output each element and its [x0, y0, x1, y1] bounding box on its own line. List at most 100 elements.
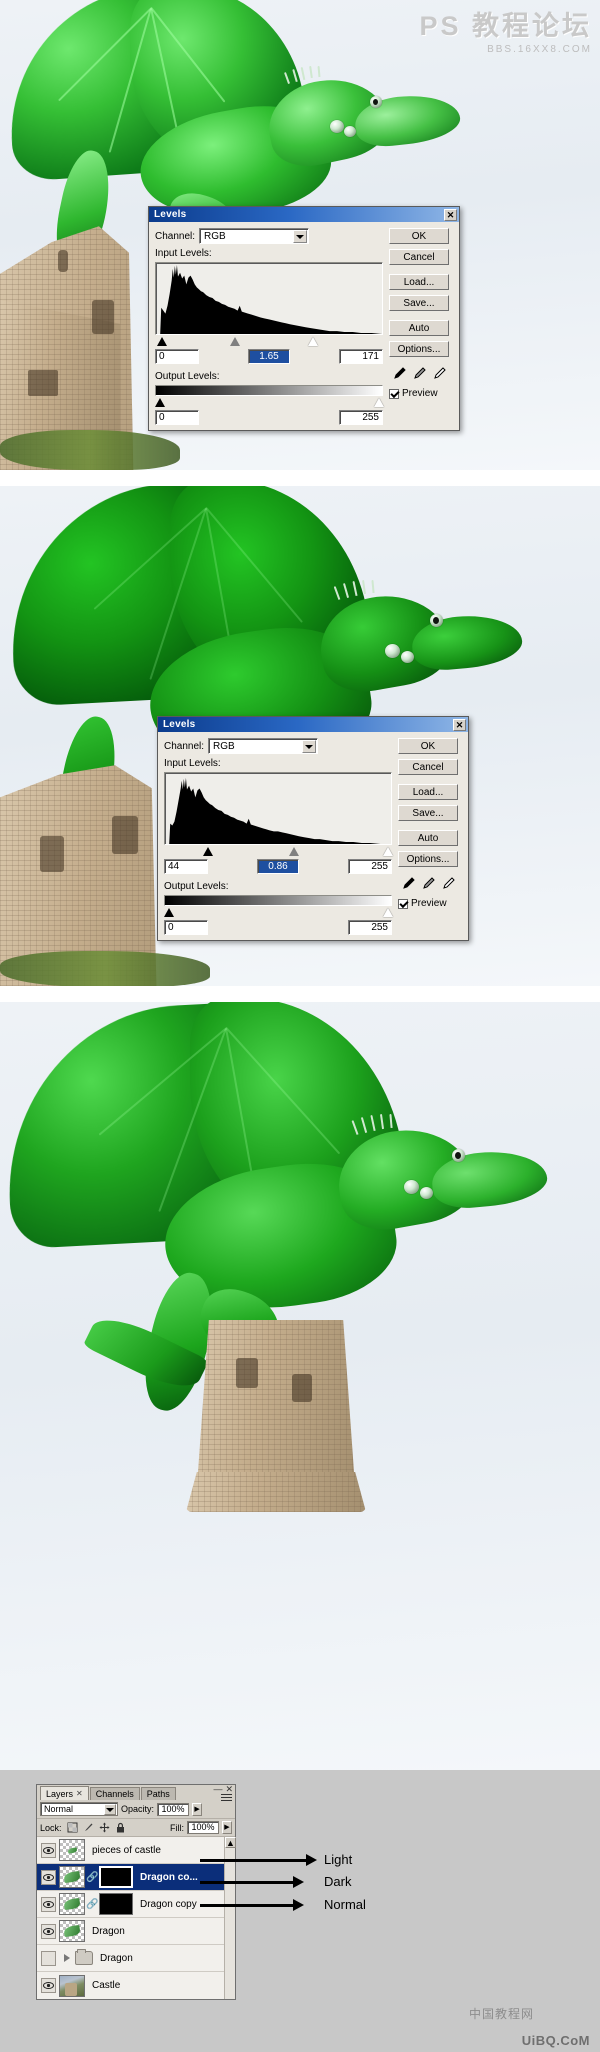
output-slider[interactable]: [155, 398, 384, 407]
tab-paths[interactable]: Paths: [140, 1787, 176, 1800]
chevron-down-icon[interactable]: [293, 230, 308, 243]
list-item[interactable]: Dragon: [37, 1918, 235, 1945]
preview-checkbox[interactable]: [398, 898, 408, 909]
opacity-value[interactable]: 100%: [157, 1802, 190, 1816]
auto-button[interactable]: Auto: [389, 320, 449, 336]
gamma-slider[interactable]: [230, 337, 241, 346]
chevron-down-icon[interactable]: [302, 740, 317, 753]
cancel-button[interactable]: Cancel: [398, 759, 458, 775]
chevron-right-icon[interactable]: [64, 1954, 70, 1962]
levels-dialog-2[interactable]: Levels ✕ Channel: RGB Input Levels: 44 0…: [157, 716, 469, 941]
input-gamma-field[interactable]: 1.65: [248, 349, 290, 364]
options-button[interactable]: Options...: [398, 851, 458, 867]
chevron-down-icon[interactable]: [104, 1804, 116, 1815]
output-black-field[interactable]: 0: [164, 920, 208, 935]
eye-icon[interactable]: [40, 1869, 56, 1885]
black-eyedropper-icon[interactable]: [401, 876, 416, 891]
save-button[interactable]: Save...: [398, 805, 458, 821]
input-white-field[interactable]: 171: [339, 349, 383, 364]
close-icon[interactable]: ✕: [225, 1785, 233, 1794]
folder-icon[interactable]: [75, 1949, 93, 1965]
output-white-slider[interactable]: [382, 908, 393, 917]
ok-button[interactable]: OK: [398, 738, 458, 754]
layer-visibility-toggle[interactable]: [38, 1869, 58, 1885]
tab-close-icon[interactable]: ✕: [76, 1788, 83, 1800]
save-button[interactable]: Save...: [389, 295, 449, 311]
list-item[interactable]: Castle: [37, 1972, 235, 1999]
layer-visibility-toggle[interactable]: [38, 1923, 58, 1939]
layer-thumbnail[interactable]: [59, 1974, 85, 1997]
eye-icon[interactable]: [40, 1842, 56, 1858]
black-point-slider[interactable]: [157, 337, 168, 346]
preview-checkbox[interactable]: [389, 388, 399, 399]
minimize-icon[interactable]: —: [213, 1785, 222, 1794]
gray-eyedropper-icon[interactable]: [421, 876, 436, 891]
ok-button[interactable]: OK: [389, 228, 449, 244]
input-slider[interactable]: [155, 337, 383, 346]
layer-thumbnail[interactable]: [59, 1893, 85, 1915]
layer-visibility-toggle[interactable]: [38, 1978, 58, 1993]
eye-icon[interactable]: [40, 1896, 56, 1912]
levels-dialog-1[interactable]: Levels ✕ Channel: RGB Input Levels: 0 1.…: [148, 206, 460, 431]
lock-all-padlock-icon[interactable]: [115, 1822, 126, 1833]
eye-icon-off[interactable]: [40, 1950, 56, 1966]
layer-visibility-toggle[interactable]: [38, 1896, 58, 1912]
layer-mask-thumbnail[interactable]: [99, 1893, 133, 1915]
load-button[interactable]: Load...: [398, 784, 458, 800]
eye-icon[interactable]: [40, 1978, 56, 1993]
input-black-field[interactable]: 0: [155, 349, 199, 364]
layer-thumbnail[interactable]: [59, 1839, 85, 1861]
link-icon[interactable]: 🔗: [86, 1899, 98, 1910]
palette-menu-icon[interactable]: [221, 1794, 232, 1803]
layers-palette[interactable]: Layers ✕ Channels Paths — ✕ Normal Opaci…: [36, 1784, 236, 2000]
gamma-slider[interactable]: [289, 847, 300, 856]
fill-value[interactable]: 100%: [187, 1821, 219, 1834]
white-eyedropper-icon[interactable]: [432, 366, 447, 381]
channel-select[interactable]: RGB: [199, 228, 310, 244]
cancel-button[interactable]: Cancel: [389, 249, 449, 265]
output-black-field[interactable]: 0: [155, 410, 199, 425]
blend-mode-select[interactable]: Normal: [40, 1802, 118, 1816]
output-slider[interactable]: [164, 908, 393, 917]
close-icon[interactable]: ✕: [453, 718, 466, 731]
input-slider[interactable]: [164, 847, 393, 856]
opacity-stepper[interactable]: ▶: [192, 1802, 203, 1816]
output-white-field[interactable]: 255: [339, 410, 383, 425]
gray-eyedropper-icon[interactable]: [412, 366, 427, 381]
list-item[interactable]: 🔗 Dragon co...: [37, 1864, 235, 1891]
white-point-slider[interactable]: [382, 847, 393, 856]
tab-channels[interactable]: Channels: [89, 1787, 140, 1800]
options-button[interactable]: Options...: [389, 341, 449, 357]
white-eyedropper-icon[interactable]: [441, 876, 456, 891]
close-icon[interactable]: ✕: [444, 208, 457, 221]
eye-icon[interactable]: [40, 1923, 56, 1939]
output-black-slider[interactable]: [155, 398, 165, 407]
layer-thumbnail[interactable]: [59, 1866, 85, 1888]
layer-visibility-toggle[interactable]: [38, 1842, 58, 1858]
lock-transparency-icon[interactable]: [67, 1822, 78, 1833]
load-button[interactable]: Load...: [389, 274, 449, 290]
layer-visibility-toggle[interactable]: [38, 1950, 58, 1966]
auto-button[interactable]: Auto: [398, 830, 458, 846]
input-white-field[interactable]: 255: [348, 859, 392, 874]
preview-row[interactable]: Preview: [398, 898, 458, 909]
output-white-slider[interactable]: [373, 398, 384, 407]
output-black-slider[interactable]: [164, 908, 174, 917]
palette-window-controls[interactable]: — ✕: [213, 1785, 233, 1794]
white-point-slider[interactable]: [307, 337, 318, 346]
layer-mask-thumbnail[interactable]: [99, 1866, 133, 1888]
black-eyedropper-icon[interactable]: [392, 366, 407, 381]
fill-stepper[interactable]: ▶: [222, 1821, 232, 1834]
tab-layers[interactable]: Layers ✕: [40, 1786, 89, 1800]
layer-thumbnail[interactable]: [59, 1920, 85, 1942]
input-black-field[interactable]: 44: [164, 859, 208, 874]
link-icon[interactable]: 🔗: [86, 1872, 98, 1883]
preview-row[interactable]: Preview: [389, 388, 449, 399]
output-white-field[interactable]: 255: [348, 920, 392, 935]
lock-image-brush-icon[interactable]: [83, 1822, 94, 1833]
black-point-slider[interactable]: [202, 847, 213, 856]
channel-select[interactable]: RGB: [208, 738, 319, 754]
input-gamma-field[interactable]: 0.86: [257, 859, 299, 874]
lock-position-move-icon[interactable]: [99, 1822, 110, 1833]
list-item[interactable]: Dragon: [37, 1945, 235, 1972]
